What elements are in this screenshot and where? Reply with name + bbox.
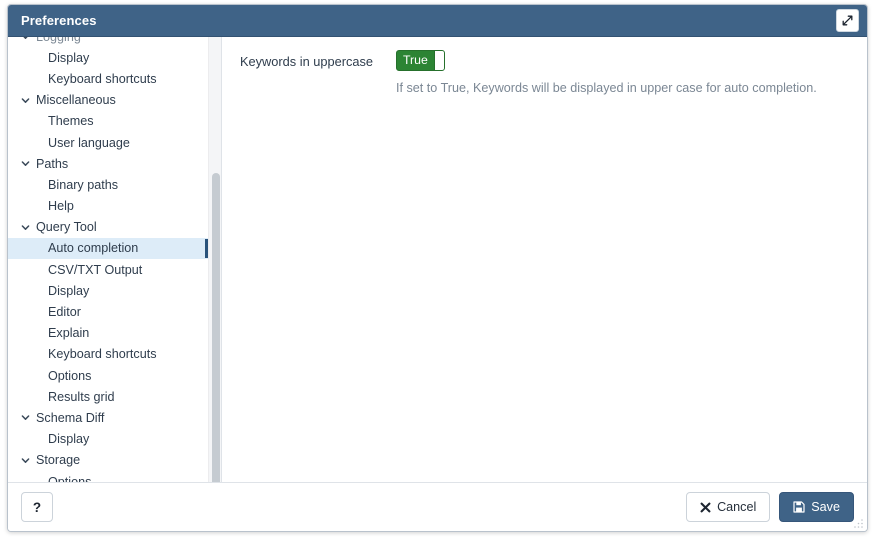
sidebar-item-logging[interactable]: Logging: [8, 37, 208, 47]
floppy-disk-icon: [793, 501, 805, 513]
sidebar-item-label: Options: [48, 368, 92, 383]
sidebar-item-binary-paths[interactable]: Binary paths: [8, 174, 208, 195]
sidebar-item-display[interactable]: Display: [8, 429, 208, 450]
sidebar-item-display[interactable]: Display: [8, 280, 208, 301]
sidebar-item-keyboard-shortcuts[interactable]: Keyboard shortcuts: [8, 344, 208, 365]
chevron-down-icon: [19, 223, 32, 232]
sidebar-item-label: Miscellaneous: [36, 93, 116, 108]
field-control: True If set to True, Keywords will be di…: [388, 50, 849, 96]
sidebar-item-label: Logging: [36, 37, 81, 44]
sidebar-item-label: Schema Diff: [36, 410, 105, 425]
toggle-knob: [433, 51, 444, 70]
sidebar-item-label: Keyboard shortcuts: [48, 71, 157, 86]
preferences-dialog: Preferences Logging Display Keyboard short…: [7, 4, 868, 532]
sidebar-item-query-tool[interactable]: Query Tool: [8, 217, 208, 238]
chevron-down-icon: [19, 159, 32, 168]
footer-actions: Cancel Save: [686, 492, 854, 522]
sidebar-item-label: Storage: [36, 453, 81, 468]
sidebar-item-label: User language: [48, 135, 130, 150]
save-button[interactable]: Save: [779, 492, 854, 522]
dialog-title: Preferences: [21, 13, 97, 28]
sidebar-item-label: Help: [48, 199, 74, 214]
cancel-button-label: Cancel: [717, 500, 757, 514]
sidebar-item-paths[interactable]: Paths: [8, 153, 208, 174]
sidebar-item-auto-completion[interactable]: Auto completion: [8, 237, 208, 260]
sidebar-item-csv-txt-output[interactable]: CSV/TXT Output: [8, 259, 208, 280]
sidebar-item-label: Display: [48, 50, 90, 65]
cancel-button[interactable]: Cancel: [686, 492, 771, 522]
sidebar-item-label: Display: [48, 283, 90, 298]
sidebar-item-options[interactable]: Options: [8, 365, 208, 386]
sidebar-item-label: Display: [48, 432, 90, 447]
sidebar-item-label: Results grid: [48, 389, 115, 404]
maximize-button[interactable]: [836, 9, 859, 32]
sidebar-item-label: Query Tool: [36, 220, 97, 235]
help-button[interactable]: ?: [21, 492, 53, 522]
sidebar-item-label: Keyboard shortcuts: [48, 347, 157, 362]
sidebar-item-display[interactable]: Display: [8, 47, 208, 68]
sidebar-item-explain[interactable]: Explain: [8, 323, 208, 344]
keywords-uppercase-toggle[interactable]: True: [396, 50, 445, 71]
field-help-text: If set to True, Keywords will be display…: [396, 81, 817, 95]
field-label: Keywords in uppercase: [240, 54, 374, 69]
sidebar-item-results-grid[interactable]: Results grid: [8, 386, 208, 407]
sidebar-item-schema-diff[interactable]: Schema Diff: [8, 407, 208, 428]
preferences-sidebar: Logging Display Keyboard shortcuts Miscella…: [8, 37, 222, 495]
chevron-down-icon: [19, 413, 32, 422]
sidebar-item-label: Auto completion: [48, 241, 139, 256]
chevron-down-icon: [19, 37, 32, 41]
sidebar-item-label: Editor: [48, 305, 81, 320]
dialog-footer: ? Cancel Save: [8, 482, 867, 531]
chevron-down-icon: [19, 456, 32, 465]
sidebar-item-help[interactable]: Help: [8, 196, 208, 217]
chevron-down-icon: [19, 96, 32, 105]
dialog-body: Logging Display Keyboard shortcuts Miscella…: [8, 37, 867, 495]
field-row-keywords-in-uppercase: Keywords in uppercase True If set to Tru…: [240, 50, 849, 96]
close-x-icon: [700, 502, 711, 513]
dialog-titlebar: Preferences: [8, 5, 867, 37]
sidebar-item-editor[interactable]: Editor: [8, 301, 208, 322]
sidebar-scrollbar-track[interactable]: [208, 37, 221, 495]
sidebar-scrollbar-thumb[interactable]: [211, 173, 220, 495]
sidebar-item-keyboard-shortcuts[interactable]: Keyboard shortcuts: [8, 68, 208, 89]
sidebar-item-label: Options: [48, 474, 92, 482]
sidebar-item-options[interactable]: Options: [8, 471, 208, 482]
sidebar-item-storage[interactable]: Storage: [8, 450, 208, 471]
preferences-tree: Logging Display Keyboard shortcuts Miscella…: [8, 37, 208, 482]
sidebar-item-label: Explain: [48, 326, 90, 341]
sidebar-item-label: Binary paths: [48, 177, 119, 192]
sidebar-item-user-language[interactable]: User language: [8, 132, 208, 153]
toggle-value-label: True: [403, 53, 428, 67]
sidebar-item-label: Paths: [36, 156, 69, 171]
sidebar-item-label: CSV/TXT Output: [48, 262, 143, 277]
save-button-label: Save: [811, 500, 840, 514]
sidebar-item-label: Themes: [48, 114, 94, 129]
sidebar-item-themes[interactable]: Themes: [8, 111, 208, 132]
expand-diagonal-icon: [841, 14, 854, 27]
resize-grip[interactable]: [852, 517, 864, 529]
preferences-content-panel: Keywords in uppercase True If set to Tru…: [222, 37, 867, 482]
sidebar-item-miscellaneous[interactable]: Miscellaneous: [8, 90, 208, 111]
